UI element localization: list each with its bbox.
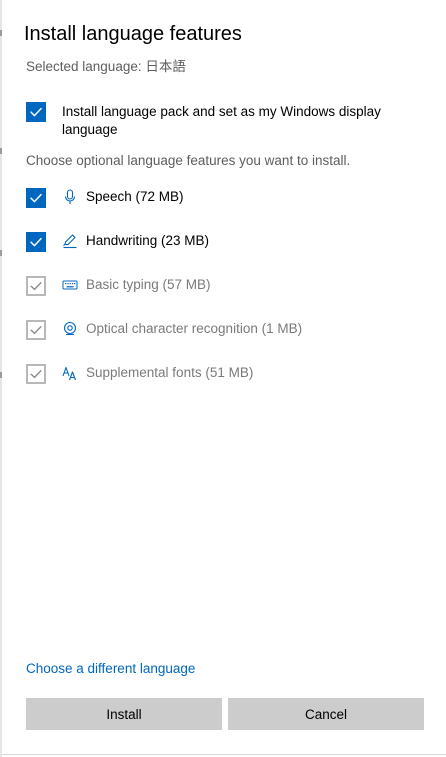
supplemental-fonts-checkbox[interactable] — [26, 364, 46, 384]
checkmark-icon — [30, 193, 42, 203]
font-icon — [62, 365, 78, 381]
optional-features-hint: Choose optional language features you wa… — [26, 153, 351, 168]
pen-icon — [62, 233, 78, 249]
ocr-label: Optical character recognition (1 MB) — [86, 321, 303, 336]
supplemental-fonts-label: Supplemental fonts (51 MB) — [86, 365, 254, 380]
dialog-title: Install language features — [24, 23, 242, 45]
ocr-icon — [62, 321, 78, 337]
basic-typing-checkbox[interactable] — [26, 276, 46, 296]
keyboard-icon — [62, 277, 78, 293]
install-language-pack-label: Install language pack and set as my Wind… — [62, 104, 381, 137]
basic-typing-label: Basic typing (57 MB) — [86, 277, 211, 292]
install-button[interactable]: Install — [26, 698, 222, 730]
checkmark-icon — [30, 370, 42, 379]
choose-different-language-link[interactable]: Choose a different language — [26, 660, 195, 678]
cancel-button[interactable]: Cancel — [228, 698, 424, 730]
handwriting-label: Handwriting (23 MB) — [86, 233, 210, 248]
install-language-pack-checkbox[interactable] — [26, 102, 46, 122]
ocr-checkbox[interactable] — [26, 320, 46, 340]
speech-checkbox[interactable] — [26, 188, 46, 208]
install-language-features-dialog: Install language features Selected langu… — [2, 0, 446, 755]
handwriting-checkbox[interactable] — [26, 232, 46, 252]
checkmark-icon — [30, 326, 42, 335]
checkmark-icon — [30, 237, 42, 247]
microphone-icon — [62, 189, 78, 205]
selected-language-label: Selected language: 日本語 — [26, 59, 186, 74]
checkmark-icon — [30, 282, 42, 291]
speech-label: Speech (72 MB) — [86, 189, 184, 204]
checkmark-icon — [30, 107, 42, 117]
